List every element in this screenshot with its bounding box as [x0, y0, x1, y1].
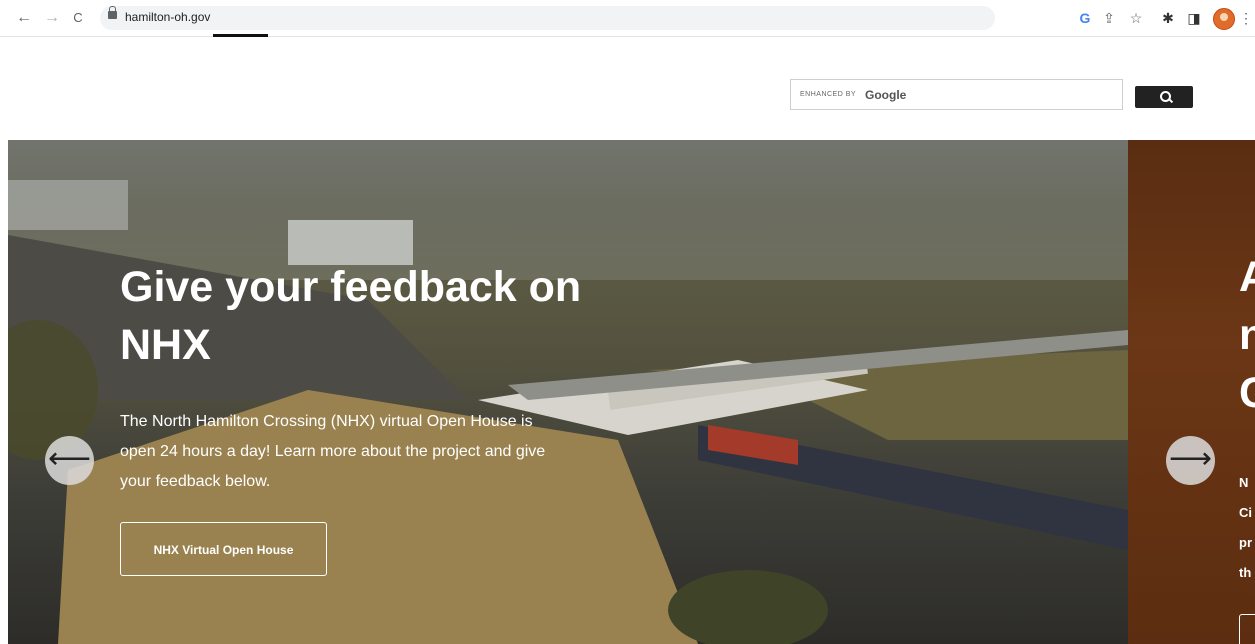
lock-icon[interactable] — [108, 6, 117, 19]
nhx-open-house-button[interactable]: NHX Virtual Open House — [120, 522, 327, 576]
next-slide-description: N Ci pr th — [1239, 468, 1255, 588]
next-slide-title: A n C — [1239, 248, 1255, 422]
browser-toolbar: ← → C hamilton-oh.gov G ⇪ ☆ ✱ ◨ ⋮ — [0, 0, 1255, 37]
search-input[interactable] — [791, 80, 1126, 111]
next-slide-title-line: C — [1239, 369, 1255, 417]
next-slide-title-line: A — [1239, 253, 1255, 301]
extensions-icon[interactable]: ✱ — [1159, 8, 1177, 28]
hero-description: The North Hamilton Crossing (NHX) virtua… — [120, 413, 546, 490]
next-slide-title-line: n — [1239, 311, 1255, 359]
star-icon[interactable]: ☆ — [1127, 8, 1145, 28]
google-icon[interactable]: G — [1076, 8, 1094, 28]
share-icon[interactable]: ⇪ — [1100, 8, 1118, 28]
reload-icon[interactable]: C — [68, 8, 88, 28]
sidepanel-icon[interactable]: ◨ — [1185, 8, 1203, 28]
menu-icon[interactable]: ⋮ — [1239, 8, 1253, 28]
search-box[interactable]: ENHANCED BY Google — [790, 79, 1126, 111]
address-bar[interactable]: hamilton-oh.gov — [100, 6, 995, 30]
next-arrow-button[interactable]: ⟶ — [1166, 436, 1215, 485]
next-slide-text-line: pr — [1239, 535, 1252, 550]
next-slide-peek: A n C N Ci pr th — [1128, 140, 1255, 644]
forward-icon[interactable]: → — [42, 8, 62, 28]
hero-title: Give your feedback on NHX — [120, 263, 582, 369]
back-icon[interactable]: ← — [14, 8, 34, 28]
next-slide-button[interactable] — [1239, 614, 1255, 644]
next-slide-text-line: N — [1239, 475, 1249, 490]
search-button[interactable] — [1135, 86, 1193, 108]
next-slide-text-line: th — [1239, 565, 1252, 580]
next-slide-text-line: Ci — [1239, 505, 1252, 520]
url-text[interactable]: hamilton-oh.gov — [125, 10, 210, 24]
hero-slide: Give your feedback on NHX The North Hami… — [8, 140, 1128, 644]
prev-slide-arrow-icon[interactable]: ⟵ — [45, 436, 94, 485]
profile-avatar[interactable] — [1213, 8, 1235, 30]
